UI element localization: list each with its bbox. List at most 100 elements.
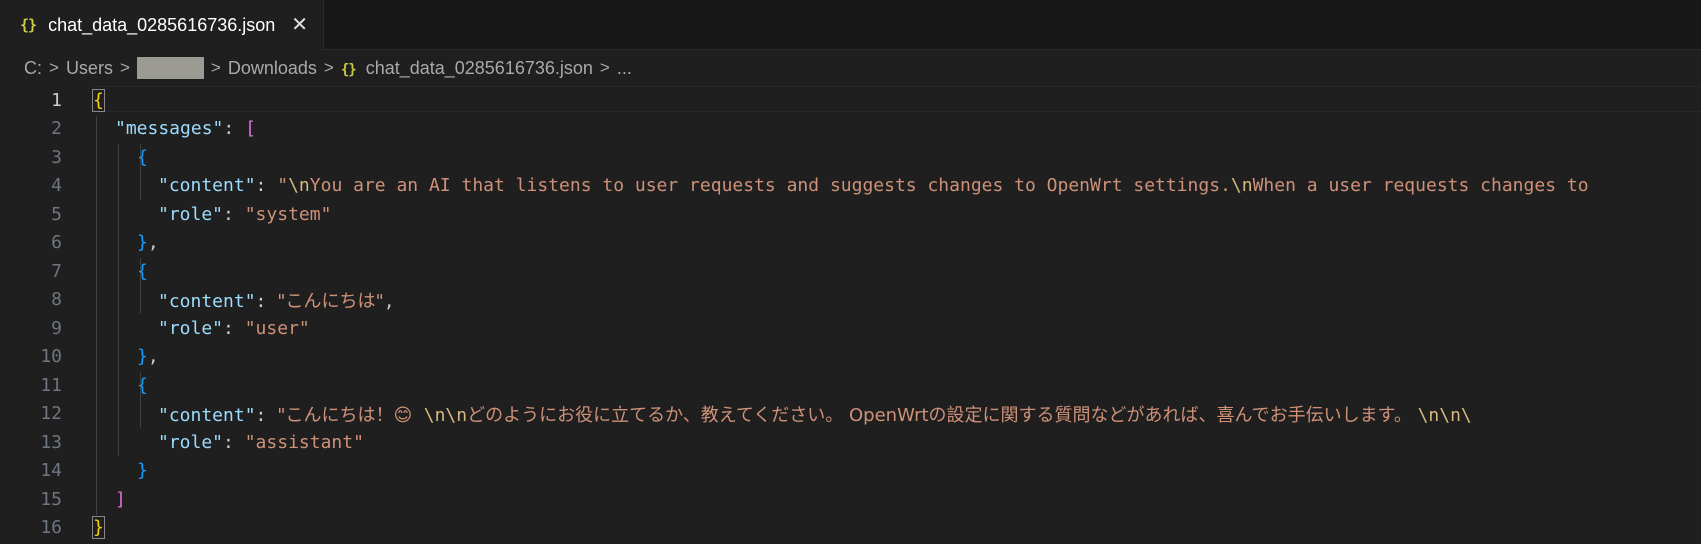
brace-open: { (92, 88, 105, 112)
string-value: "assistant" (244, 431, 364, 453)
line-content: }, (137, 346, 159, 367)
chevron-right-icon: > (49, 58, 59, 77)
string-value: "system" (244, 203, 332, 225)
json-file-icon: {} (20, 16, 37, 34)
code-line: 14 } (0, 457, 1701, 486)
colon: : (223, 203, 245, 225)
json-key: "content" (158, 404, 256, 426)
tab-bar: {} chat_data_0285616736.json ✕ (0, 0, 1701, 51)
brace-open: { (137, 374, 148, 396)
colon: : (255, 290, 278, 312)
string-quote: " (277, 175, 289, 197)
line-content: "role": "system" (158, 204, 331, 225)
brace-open: { (137, 146, 148, 168)
chevron-right-icon: > (599, 58, 610, 77)
code-line: 11 { (0, 371, 1701, 400)
code-line: 7 { (0, 257, 1701, 286)
code-line: 1 { (0, 86, 1701, 115)
string-value: You are an AI that listens to user reque… (309, 175, 1231, 197)
escape-sequence: \n\n (423, 404, 468, 426)
line-number: 9 (51, 317, 62, 339)
line-content: { (92, 88, 105, 112)
code-line: 16 } (0, 514, 1701, 543)
line-number: 8 (51, 289, 62, 311)
line-number: 16 (40, 517, 62, 539)
line-number: 2 (51, 118, 62, 140)
breadcrumb-redacted-username[interactable] (136, 57, 204, 79)
breadcrumb-file-label: chat_data_0285616736.json (365, 57, 593, 78)
line-content: "content": "こんにちは！😊 \n\nどのようにお役に立てるか、教えて… (158, 401, 1472, 427)
line-content: }, (137, 232, 159, 253)
line-number: 7 (51, 260, 62, 282)
line-number: 13 (40, 431, 62, 453)
line-content: } (137, 460, 148, 481)
breadcrumb-more[interactable]: ... (617, 58, 632, 79)
line-content: "content": "こんにちは", (158, 287, 395, 313)
line-content: "role": "assistant" (158, 432, 364, 453)
code-line: 3 { (0, 143, 1701, 172)
line-number: 11 (40, 374, 62, 396)
code-editor[interactable]: 1 { 2 "messages": [ 3 { 4 "content": "\n… (0, 86, 1701, 544)
line-content: "role": "user" (158, 318, 310, 339)
json-key: "role" (158, 431, 224, 453)
code-line: 12 "content": "こんにちは！😊 \n\nどのようにお役に立てるか、… (0, 400, 1701, 429)
colon: : (255, 175, 278, 197)
line-number: 14 (40, 460, 62, 482)
colon: : (223, 317, 245, 339)
json-key: "role" (158, 317, 224, 339)
breadcrumb-users[interactable]: Users (66, 58, 113, 79)
line-number: 12 (40, 403, 62, 425)
bracket-close: ] (115, 488, 126, 510)
json-key: "messages" (115, 118, 224, 140)
json-key: "content" (158, 175, 256, 197)
escape-sequence: \n (288, 175, 310, 197)
colon: : (223, 431, 245, 453)
chevron-right-icon: > (210, 58, 221, 77)
line-number: 3 (51, 146, 62, 168)
comma: , (383, 290, 395, 312)
line-content: { (137, 147, 148, 168)
line-content: ] (115, 489, 126, 510)
json-key: "content" (158, 290, 256, 312)
breadcrumb-file[interactable]: {} chat_data_0285616736.json (341, 58, 593, 79)
line-content: "content": "\nYou are an AI that listens… (158, 175, 1589, 196)
escape-sequence: \n\n\ (1417, 404, 1472, 426)
string-value: When a user requests changes to (1252, 175, 1589, 197)
close-icon[interactable]: ✕ (291, 15, 308, 35)
chevron-right-icon: > (323, 58, 334, 77)
code-line: 5 "role": "system" (0, 200, 1701, 229)
string-value: "user" (244, 317, 310, 339)
code-line: 15 ] (0, 485, 1701, 514)
colon: : (255, 404, 278, 426)
line-content: } (92, 516, 105, 540)
string-value: "こんにちは" (277, 290, 384, 312)
tab-chat-data-json[interactable]: {} chat_data_0285616736.json ✕ (0, 0, 324, 51)
code-line: 9 "role": "user" (0, 314, 1701, 343)
brace-close: } (137, 460, 148, 482)
code-line: 6 }, (0, 229, 1701, 258)
brace-close: } (137, 346, 148, 368)
comma: , (147, 232, 159, 254)
line-number: 5 (51, 203, 62, 225)
json-file-icon: {} (340, 61, 357, 78)
line-number: 6 (51, 232, 62, 254)
line-content: { (137, 375, 148, 396)
line-content: { (137, 261, 148, 282)
breadcrumb-downloads[interactable]: Downloads (228, 58, 317, 79)
line-content: "messages": [ (115, 118, 256, 139)
string-value: "こんにちは！😊 (277, 404, 424, 426)
breadcrumb-drive[interactable]: C: (24, 58, 42, 79)
line-number: 1 (51, 89, 62, 111)
brace-close: } (137, 232, 148, 254)
code-line: 8 "content": "こんにちは", (0, 286, 1701, 315)
code-line: 2 "messages": [ (0, 115, 1701, 144)
comma: , (147, 346, 159, 368)
line-number: 15 (40, 488, 62, 510)
string-value: どのようにお役に立てるか、教えてください。 OpenWrtの設定に関する質問など… (467, 404, 1418, 426)
tab-label: chat_data_0285616736.json (48, 14, 276, 35)
line-number: 4 (51, 175, 62, 197)
colon: : (223, 118, 246, 140)
json-key: "role" (158, 203, 224, 225)
escape-sequence: \n (1230, 175, 1253, 197)
bracket-open: [ (245, 118, 256, 140)
